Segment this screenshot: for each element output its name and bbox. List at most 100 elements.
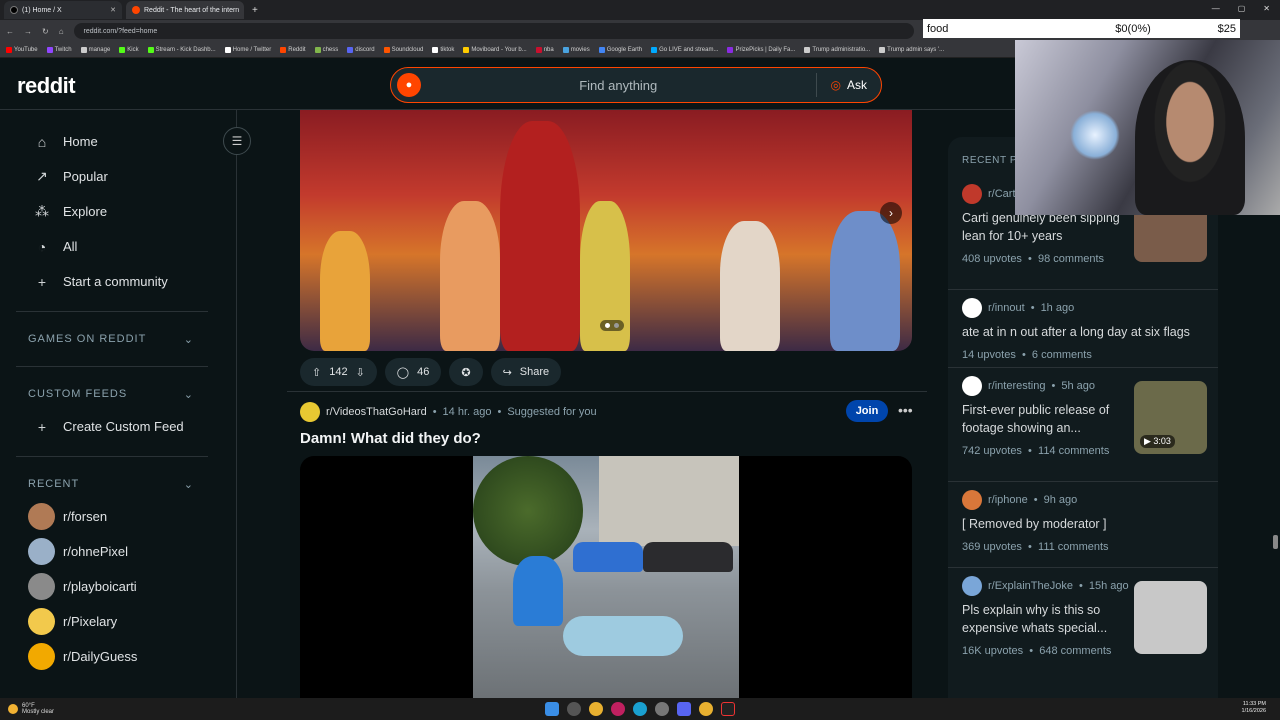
create-custom-feed[interactable]: + Create Custom Feed <box>0 409 236 444</box>
bookmark-item[interactable]: YouTube <box>6 46 38 53</box>
start-icon[interactable] <box>545 702 559 716</box>
close-tab-icon[interactable]: ✕ <box>243 6 244 14</box>
scrollbar[interactable] <box>1273 535 1278 549</box>
tree <box>473 456 583 566</box>
home-icon[interactable]: ⌂ <box>59 27 64 36</box>
post-title[interactable]: Damn! What did they do? <box>300 430 481 447</box>
bookmark-item[interactable]: Home / Twitter <box>224 46 271 53</box>
chrome-icon[interactable] <box>699 702 713 716</box>
collapse-sidebar-icon[interactable]: ☰ <box>223 127 251 155</box>
recent-post-subreddit[interactable]: r/innout <box>988 302 1025 314</box>
sidebar-item-start-a-community[interactable]: + Start a community <box>0 264 236 299</box>
sidebar-item-popular[interactable]: ↗ Popular <box>0 159 236 194</box>
bookmark-item[interactable]: Go LIVE and stream... <box>651 46 718 53</box>
forward-icon[interactable]: → <box>24 27 32 36</box>
close-window-icon[interactable]: ✕ <box>1263 4 1270 13</box>
bookmark-item[interactable]: discord <box>347 46 375 53</box>
join-button[interactable]: Join <box>846 400 888 422</box>
carousel-next-icon[interactable]: › <box>880 202 902 224</box>
recent-community-item[interactable]: r/DailyGuess <box>0 639 236 674</box>
recent-post-title[interactable]: Pls explain why is this so expensive wha… <box>962 601 1122 637</box>
tab-reddit[interactable]: Reddit - The heart of the intern ✕ <box>126 1 244 19</box>
recent-post-subreddit[interactable]: r/iphone <box>988 494 1028 506</box>
post-video[interactable] <box>300 456 912 700</box>
recent-post-thumbnail[interactable] <box>1134 581 1207 654</box>
bookmark-item[interactable]: Twitch <box>46 46 72 53</box>
recent-post-item[interactable]: r/ExplainTheJoke • 15h ago Pls explain why… <box>962 575 1207 657</box>
bookmark-item[interactable]: tiktok <box>432 46 454 53</box>
bookmark-favicon-icon <box>224 46 231 53</box>
recent-post-thumbnail[interactable]: ▶ 3:03 <box>1134 381 1207 454</box>
recent-post-item[interactable]: r/interesting • 5h ago First-ever public r… <box>962 375 1207 457</box>
recent-community-item[interactable]: r/playboicarti <box>0 569 236 604</box>
tab-x[interactable]: (1) Home / X ✕ <box>4 1 122 19</box>
bookmark-label: discord <box>355 46 375 53</box>
bookmark-item[interactable]: Soundcloud <box>383 46 423 53</box>
chrome-icon[interactable] <box>589 702 603 716</box>
bookmark-item[interactable]: Trump administratio... <box>804 46 870 53</box>
recent-community-item[interactable]: r/Pixelary <box>0 604 236 639</box>
games-section-header[interactable]: GAMES ON REDDIT ⌄ <box>0 324 236 354</box>
recent-community-item[interactable]: r/ohnePixel <box>0 534 236 569</box>
settings-icon[interactable] <box>655 702 669 716</box>
bookmark-item[interactable]: Stream - Kick Dashb... <box>147 46 216 53</box>
bookmark-item[interactable]: nba <box>535 46 554 53</box>
bookmark-item[interactable]: PrizePicks | Daily Fa... <box>727 46 795 53</box>
bookmark-favicon-icon <box>280 46 287 53</box>
divider <box>948 367 1218 368</box>
sidebar-item-all[interactable]: ◔ All <box>0 229 236 264</box>
recent-post-title[interactable]: First-ever public release of footage sho… <box>962 401 1122 437</box>
recent-post-title[interactable]: [ Removed by moderator ] <box>962 515 1202 533</box>
bookmark-item[interactable]: Google Earth <box>598 46 642 53</box>
bookmark-item[interactable]: Reddit <box>280 46 306 53</box>
weather-widget[interactable]: 60°F Mostly clear <box>0 703 200 715</box>
separator-dot: • <box>497 406 502 418</box>
close-tab-icon[interactable]: ✕ <box>110 6 116 14</box>
sidebar-item-explore[interactable]: ⁂ Explore <box>0 194 236 229</box>
recent-post-subreddit[interactable]: r/Cart <box>988 188 1016 200</box>
recent-community-item[interactable]: r/forsen <box>0 499 236 534</box>
custom-feeds-header[interactable]: CUSTOM FEEDS ⌄ <box>0 379 236 409</box>
bookmark-item[interactable]: manage <box>80 46 110 53</box>
media-icon[interactable] <box>611 702 625 716</box>
bookmark-item[interactable]: Trump admin says '... <box>879 46 944 53</box>
bookmark-item[interactable]: Moviboard - Your b... <box>463 46 527 53</box>
recent-post-subreddit[interactable]: r/ExplainTheJoke <box>988 580 1073 592</box>
subreddit-link[interactable]: r/VideosThatGoHard <box>326 406 427 418</box>
award-button[interactable]: ✪ <box>449 358 483 386</box>
reload-icon[interactable]: ↻ <box>42 27 49 36</box>
comments-button[interactable]: ◯ 46 <box>384 358 442 386</box>
new-tab-icon[interactable]: + <box>252 5 258 16</box>
edge-icon[interactable] <box>633 702 647 716</box>
recent-post-item[interactable]: r/iphone • 9h ago [ Removed by moderator ]… <box>962 489 1207 553</box>
subreddit-avatar[interactable] <box>300 402 320 422</box>
sidebar-item-home[interactable]: ⌂ Home <box>0 124 236 159</box>
search-icon[interactable] <box>567 702 581 716</box>
downvote-icon[interactable]: ⇩ <box>356 366 365 379</box>
car <box>643 542 733 572</box>
bookmark-item[interactable]: chess <box>314 46 338 53</box>
discord-icon[interactable] <box>677 702 691 716</box>
recent-section-header[interactable]: RECENT ⌄ <box>0 469 236 499</box>
recent-post-title[interactable]: ate at in n out after a long day at six … <box>962 323 1202 341</box>
recent-post-item[interactable]: r/innout • 1h ago ate at in n out after a … <box>962 297 1207 361</box>
bookmark-label: movies <box>570 46 590 53</box>
search-bar[interactable]: ● Find anything ◎ Ask <box>390 67 882 103</box>
system-clock[interactable]: 11:33 PM 1/16/2026 <box>1242 701 1266 715</box>
reddit-logo[interactable]: reddit <box>17 73 76 99</box>
more-options-icon[interactable]: ••• <box>898 402 913 418</box>
upvote-icon[interactable]: ⇧ <box>312 366 321 379</box>
post-image-carousel[interactable]: › <box>300 110 912 351</box>
minimize-icon[interactable]: — <box>1212 4 1220 13</box>
maximize-icon[interactable]: ▢ <box>1238 4 1246 13</box>
bookmark-item[interactable]: Kick <box>119 46 139 53</box>
bookmark-item[interactable]: movies <box>562 46 590 53</box>
url-bar[interactable]: reddit.com/?feed=home <box>73 23 914 39</box>
back-icon[interactable]: ← <box>6 27 14 36</box>
app-icon[interactable] <box>721 702 735 716</box>
share-button[interactable]: ↪ Share <box>490 358 562 386</box>
divider <box>16 366 208 367</box>
recent-post-subreddit[interactable]: r/interesting <box>988 380 1045 392</box>
person <box>563 616 683 656</box>
ask-button[interactable]: ◎ Ask <box>815 73 882 97</box>
